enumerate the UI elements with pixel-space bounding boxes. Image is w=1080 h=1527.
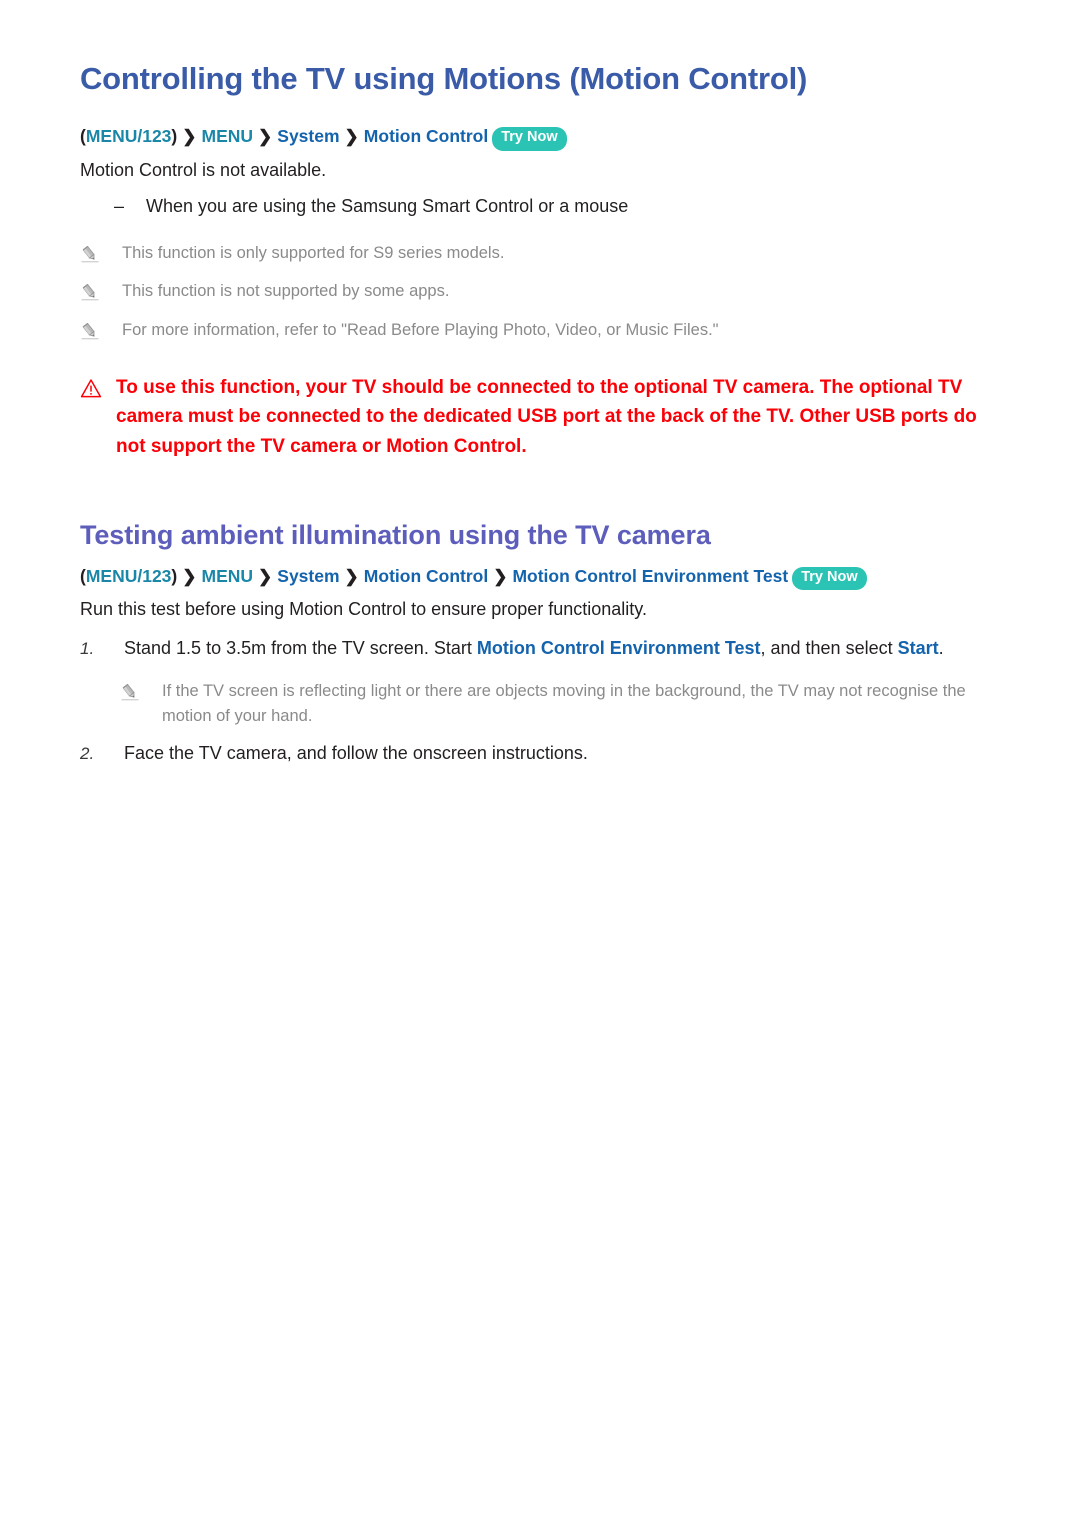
breadcrumb-item-menu[interactable]: MENU <box>202 566 254 586</box>
ordered-step: 1. Stand 1.5 to 3.5m from the TV screen.… <box>80 634 1000 663</box>
breadcrumb-item-menu123[interactable]: MENU/123 <box>86 566 172 586</box>
chevron-right-icon: ❯ <box>182 127 197 147</box>
try-now-badge[interactable]: Try Now <box>792 566 867 591</box>
breadcrumb-item-system[interactable]: System <box>277 566 339 586</box>
warning-block: To use this function, your TV should be … <box>80 373 1000 461</box>
section2-title: Testing ambient illumination using the T… <box>80 520 711 551</box>
breadcrumb-item-system[interactable]: System <box>277 126 339 146</box>
document-page: Controlling the TV using Motions (Motion… <box>0 0 1080 1527</box>
note-item-label: For more information, refer to "Read Bef… <box>122 321 719 340</box>
chevron-right-icon: ❯ <box>344 566 359 586</box>
step-number: 2. <box>80 743 95 763</box>
note-item-label: This function is not supported by some a… <box>122 282 450 301</box>
pencil-icon <box>80 318 122 341</box>
page-title: Controlling the TV using Motions (Motion… <box>80 61 808 96</box>
section2: Testing ambient illumination using the T… <box>80 519 1000 767</box>
note-item-label: This function is only supported for S9 s… <box>122 243 505 262</box>
section1-intro-text: Motion Control is not available. <box>80 159 327 180</box>
note-item: If the TV screen is reflecting light or … <box>80 679 1000 729</box>
note-item-label: If the TV screen is reflecting light or … <box>162 682 966 725</box>
chevron-right-icon: ❯ <box>182 566 197 586</box>
pencil-icon <box>120 679 162 702</box>
note-item: This function is not supported by some a… <box>80 279 1000 304</box>
section2-intro-text: Run this test before using Motion Contro… <box>80 599 647 620</box>
breadcrumb-item-menu[interactable]: MENU <box>202 126 254 146</box>
step-text-part2: , and then select <box>760 638 898 659</box>
step-text-part3: . <box>938 638 944 659</box>
step-text: Face the TV camera, and follow the onscr… <box>124 739 588 768</box>
breadcrumb-item-environment-test[interactable]: Motion Control Environment Test <box>512 566 788 586</box>
step-text-part1: Stand 1.5 to 3.5m from the TV screen. St… <box>124 638 477 659</box>
warning-triangle-icon <box>80 373 116 399</box>
breadcrumb-item-menu123[interactable]: MENU/123 <box>86 126 172 146</box>
ordered-step: 2. Face the TV camera, and follow the on… <box>80 739 1000 768</box>
chevron-right-icon: ❯ <box>493 566 508 586</box>
chevron-right-icon: ❯ <box>344 127 359 147</box>
try-now-badge[interactable]: Try Now <box>492 127 567 151</box>
pencil-icon <box>80 279 122 302</box>
chevron-right-icon: ❯ <box>258 127 273 147</box>
page-content: Controlling the TV using Motions (Motion… <box>80 60 1000 767</box>
step-text: Stand 1.5 to 3.5m from the TV screen. St… <box>124 634 944 663</box>
warning-text: To use this function, your TV should be … <box>116 376 977 457</box>
dash-list-item: – When you are using the Samsung Smart C… <box>80 193 1000 221</box>
breadcrumb-section1: (MENU/123) ❯ MENU ❯ System ❯ Motion Control Try… <box>80 123 1000 151</box>
step-highlight-start[interactable]: Start <box>898 638 939 658</box>
step-text-part1: Face the TV camera, and follow the onscr… <box>124 742 588 763</box>
dash-bullet-icon: – <box>114 195 125 216</box>
chevron-right-icon: ❯ <box>258 566 273 586</box>
note-item: This function is only supported for S9 s… <box>80 241 1000 266</box>
note-item: For more information, refer to "Read Bef… <box>80 318 1000 343</box>
breadcrumb-item-motion-control[interactable]: Motion Control <box>364 566 488 586</box>
dash-list-item-label: When you are using the Samsung Smart Con… <box>146 195 629 216</box>
breadcrumb-section2: (MENU/123) ❯ MENU ❯ System ❯ Motion Control ❯ Mo… <box>80 563 1000 591</box>
pencil-icon <box>80 241 122 264</box>
step-highlight-environment-test[interactable]: Motion Control Environment Test <box>477 638 761 658</box>
step-number: 1. <box>80 639 95 659</box>
breadcrumb-item-motion-control[interactable]: Motion Control <box>364 126 488 146</box>
